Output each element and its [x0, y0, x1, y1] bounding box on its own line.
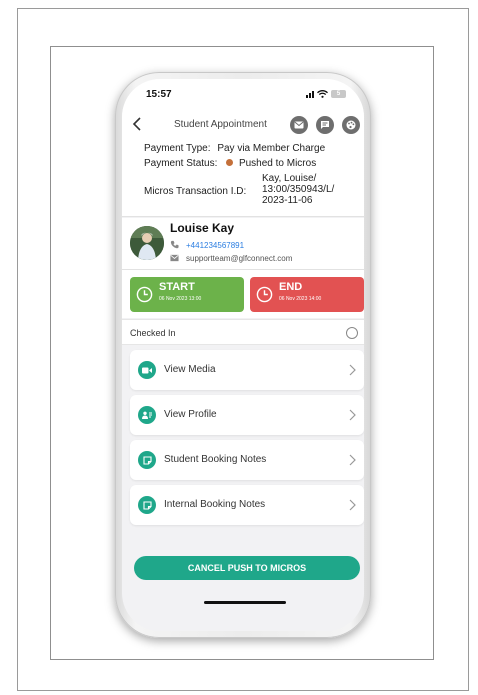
envelope-icon	[170, 254, 179, 262]
student-phone[interactable]: +441234567891	[186, 241, 244, 250]
status-dot	[226, 159, 234, 166]
cancel-push-to-micros-button[interactable]: CANCEL PUSH TO MICROS	[134, 556, 360, 580]
profile-icon	[138, 406, 156, 424]
battery-icon: 5	[331, 90, 346, 98]
status-bar: 15:57 5	[122, 79, 364, 109]
email-row[interactable]: supportteam@glfconnect.com	[170, 254, 292, 263]
end-button[interactable]: END 06 Nov 2023 14:00	[250, 277, 364, 312]
clock-icon	[136, 286, 153, 303]
status-icons: 5	[306, 90, 346, 98]
menu-item-internal-booking-notes[interactable]: Internal Booking Notes	[130, 485, 364, 525]
menu-item-view-media[interactable]: View Media	[130, 350, 364, 390]
chevron-right-icon	[349, 409, 356, 421]
payment-type-value: Pay via Member Charge	[217, 143, 326, 154]
transaction-id-line-2: 13:00/350943/L/	[262, 184, 335, 195]
end-time: 06 Nov 2023 14:00	[279, 296, 322, 302]
signal-icon	[306, 90, 314, 98]
palette-icon[interactable]	[342, 116, 360, 134]
timer-section: START 06 Nov 2023 13:00 END 06 Nov 2023 …	[122, 270, 364, 318]
note-icon	[138, 496, 156, 514]
status-time: 15:57	[146, 89, 172, 100]
chevron-right-icon	[349, 499, 356, 511]
home-indicator[interactable]	[204, 601, 286, 604]
start-label: START	[159, 281, 195, 293]
page-title: Student Appointment	[174, 119, 267, 130]
message-icon[interactable]	[316, 116, 334, 134]
student-email[interactable]: supportteam@glfconnect.com	[186, 254, 292, 263]
menu-item-view-profile[interactable]: View Profile	[130, 395, 364, 435]
menu-item-label: View Media	[164, 364, 216, 375]
checked-in-row[interactable]: Checked In	[122, 319, 364, 345]
transaction-id-line-3: 2023-11-06	[262, 195, 313, 206]
payment-info: Payment Type: Pay via Member Charge Paym…	[122, 141, 364, 217]
transaction-id-line-1: Kay, Louise/	[262, 173, 317, 184]
phone-screen: 15:57 5 Student Appointment Payment Type…	[122, 79, 364, 631]
avatar[interactable]	[130, 226, 164, 260]
payment-type-label: Payment Type:	[144, 143, 211, 154]
back-chevron-icon[interactable]	[130, 116, 144, 132]
mail-icon[interactable]	[290, 116, 308, 134]
checked-in-label: Checked In	[130, 328, 176, 338]
student-card: Louise Kay +441234567891 supportteam@glf…	[122, 218, 364, 270]
start-button[interactable]: START 06 Nov 2023 13:00	[130, 277, 244, 312]
clock-icon	[256, 286, 273, 303]
menu-item-label: Internal Booking Notes	[164, 499, 266, 510]
video-icon	[138, 361, 156, 379]
start-time: 06 Nov 2023 13:00	[159, 296, 202, 302]
payment-status-label: Payment Status:	[144, 158, 218, 169]
menu-item-label: View Profile	[164, 409, 217, 420]
wifi-icon	[317, 90, 328, 98]
phone-row[interactable]: +441234567891	[170, 240, 244, 250]
checked-in-radio[interactable]	[346, 327, 358, 339]
phone-icon	[170, 240, 179, 249]
chevron-right-icon	[349, 364, 356, 376]
menu-item-student-booking-notes[interactable]: Student Booking Notes	[130, 440, 364, 480]
student-name: Louise Kay	[170, 221, 235, 235]
menu-item-label: Student Booking Notes	[164, 454, 267, 465]
transaction-id-label: Micros Transaction I.D:	[144, 186, 247, 197]
chevron-right-icon	[349, 454, 356, 466]
note-icon	[138, 451, 156, 469]
end-label: END	[279, 281, 303, 293]
payment-status-value: Pushed to Micros	[238, 158, 317, 169]
nav-bar: Student Appointment	[122, 109, 364, 141]
